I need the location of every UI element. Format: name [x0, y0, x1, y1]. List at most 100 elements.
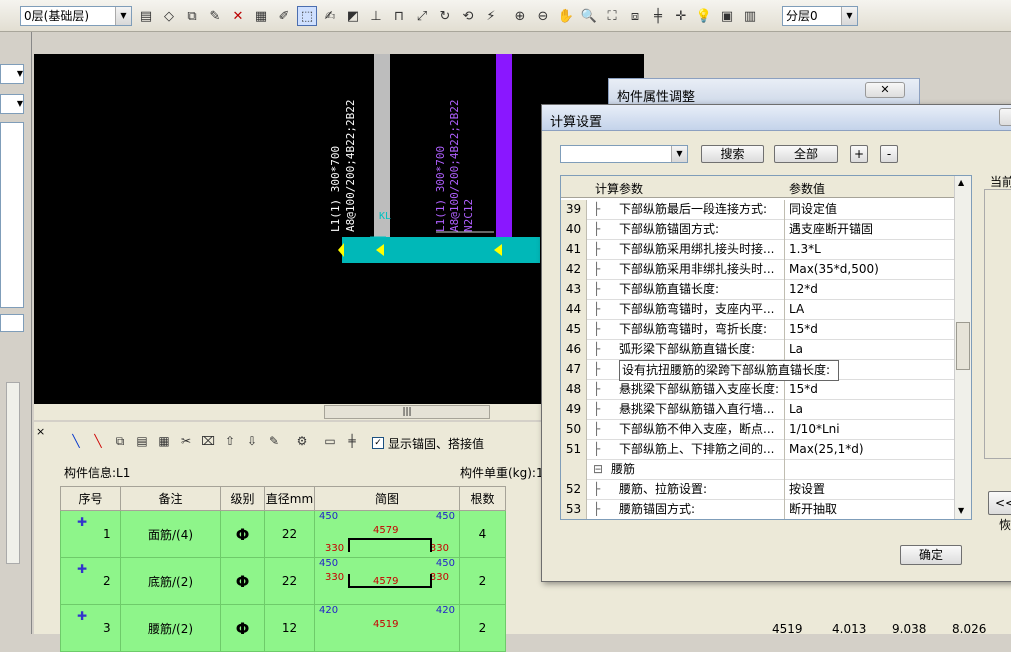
- brush-icon[interactable]: ✎: [205, 6, 225, 26]
- scroll-thumb[interactable]: [956, 322, 970, 370]
- chevron-down-icon[interactable]: ▼: [958, 506, 964, 515]
- move-up-icon[interactable]: ⇧: [220, 434, 240, 452]
- param-row[interactable]: 51 ├ 下部纵筋上、下排筋之间的... Max(25,1*d): [561, 440, 956, 460]
- table-row[interactable]: ✚ 3 腰筋/(2) Φ 12 420 420 4519 2: [60, 604, 506, 652]
- delete-icon[interactable]: ✕: [228, 6, 248, 26]
- pan-icon[interactable]: ✋: [556, 6, 576, 26]
- param-row[interactable]: 42 ├ 下部纵筋采用非绑扎接头时... Max(35*d,500): [561, 260, 956, 280]
- param-row[interactable]: 46 ├ 弧形梁下部纵筋直锚长度: La: [561, 340, 956, 360]
- select-icon[interactable]: ⬚: [297, 6, 317, 26]
- param-row[interactable]: 47 ├ 设有抗扭腰筋的梁跨下部纵筋直锚长度:: [561, 360, 956, 381]
- paste-icon[interactable]: ▤: [132, 434, 152, 452]
- grid-icon[interactable]: ▦: [251, 6, 271, 26]
- param-row[interactable]: 53 ├ 腰筋锚固方式: 断开抽取: [561, 500, 956, 519]
- param-row-value[interactable]: 同设定值: [784, 200, 956, 220]
- grid-icon[interactable]: ╪: [342, 434, 362, 452]
- copy-icon[interactable]: ⧉: [110, 434, 130, 452]
- left-combo-1[interactable]: ▼: [0, 64, 24, 84]
- table-row[interactable]: ✚ 2 底筋/(2) Φ 22 450 450 330 330 4579 2: [60, 557, 506, 605]
- edit-icon[interactable]: ✚: [77, 609, 87, 623]
- format-icon[interactable]: ⧉: [182, 6, 202, 26]
- line-icon[interactable]: ╲: [66, 434, 86, 452]
- table-icon[interactable]: ▦: [154, 434, 174, 452]
- rotate-icon[interactable]: ↻: [435, 6, 455, 26]
- zoom-all-icon[interactable]: ⛶: [602, 6, 622, 26]
- cut-icon[interactable]: ✂: [176, 434, 196, 452]
- table-row[interactable]: ✚ 1 面筋/(4) Φ 22 450 450 4579 330 330 4: [60, 510, 506, 558]
- ok-button[interactable]: 确定: [900, 545, 962, 565]
- search-combo[interactable]: ▼: [560, 145, 688, 163]
- search-button[interactable]: 搜索: [701, 145, 764, 163]
- clear-icon[interactable]: ⌧: [198, 434, 218, 452]
- param-row-value[interactable]: LA: [784, 300, 956, 320]
- param-row-value[interactable]: La: [784, 340, 956, 360]
- param-row[interactable]: 49 ├ 悬挑梁下部纵筋锚入直行墙... La: [561, 400, 956, 420]
- zoom-out-icon[interactable]: ⊖: [533, 6, 553, 26]
- param-row-value[interactable]: 12*d: [784, 280, 956, 300]
- left-field[interactable]: [0, 314, 24, 332]
- all-button[interactable]: 全部: [774, 145, 838, 163]
- param-row[interactable]: 44 ├ 下部纵筋弯锚时，支座内平... LA: [561, 300, 956, 320]
- param-row[interactable]: 50 ├ 下部纵筋不伸入支座，断点... 1/10*Lni: [561, 420, 956, 440]
- zoom-window-icon[interactable]: 🔍: [579, 6, 599, 26]
- line-red-icon[interactable]: ╲: [88, 434, 108, 452]
- param-row-value[interactable]: La: [784, 400, 956, 420]
- param-row-value[interactable]: 断开抽取: [784, 500, 956, 519]
- move-down-icon[interactable]: ⇩: [242, 434, 262, 452]
- gear-icon[interactable]: ⚙: [292, 434, 312, 452]
- brush-icon[interactable]: ✎: [264, 434, 284, 452]
- left-list[interactable]: [0, 122, 24, 308]
- param-row[interactable]: 48 ├ 悬挑梁下部纵筋锚入支座长度: 15*d: [561, 380, 956, 400]
- param-row-value[interactable]: 15*d: [784, 320, 956, 340]
- edit-icon[interactable]: ✍: [320, 6, 340, 26]
- close-icon[interactable]: ✕: [865, 82, 905, 98]
- param-row[interactable]: 45 ├ 下部纵筋弯锚时，弯折长度: 15*d: [561, 320, 956, 340]
- stretch-icon[interactable]: ⤢: [412, 6, 432, 26]
- param-row[interactable]: 39 ├ 下部纵筋最后一段连接方式: 同设定值: [561, 200, 956, 220]
- left-scroll[interactable]: [6, 382, 20, 564]
- chevron-down-icon[interactable]: ▼: [841, 7, 857, 25]
- chevron-down-icon[interactable]: ▼: [115, 7, 131, 25]
- folder-icon[interactable]: ▭: [320, 434, 340, 452]
- param-row[interactable]: 43 ├ 下部纵筋直锚长度: 12*d: [561, 280, 956, 300]
- pencil-icon[interactable]: ✐: [274, 6, 294, 26]
- close-icon[interactable]: ×: [36, 425, 45, 438]
- break-icon[interactable]: ⚡: [481, 6, 501, 26]
- zoom-in-icon[interactable]: ⊕: [510, 6, 530, 26]
- scroll-thumb[interactable]: |||: [324, 405, 490, 419]
- properties-icon[interactable]: ▤: [136, 6, 156, 26]
- param-vscroll[interactable]: ▲ ▼: [954, 176, 971, 519]
- layer-icon[interactable]: ▣: [717, 6, 737, 26]
- param-row-value[interactable]: Max(25,1*d): [784, 440, 956, 460]
- param-row-value[interactable]: 1.3*L: [784, 240, 956, 260]
- edit-icon[interactable]: ✚: [77, 515, 87, 529]
- measure-icon[interactable]: ⊓: [389, 6, 409, 26]
- floor-select[interactable]: 0层(基础层) ▼: [20, 6, 132, 26]
- paint-icon[interactable]: ◩: [343, 6, 363, 26]
- param-row-value[interactable]: Max(35*d,500): [784, 260, 956, 280]
- view-icon[interactable]: ⧈: [625, 6, 645, 26]
- restore-button[interactable]: <<恢: [988, 491, 1011, 532]
- param-row-value[interactable]: 1/10*Lni: [784, 420, 956, 440]
- dimension-icon[interactable]: ⊥: [366, 6, 386, 26]
- bulb-icon[interactable]: 💡: [694, 6, 714, 26]
- left-combo-2[interactable]: ▼: [0, 94, 24, 114]
- point-icon[interactable]: ✛: [671, 6, 691, 26]
- chevron-up-icon[interactable]: ▲: [958, 178, 964, 187]
- param-row[interactable]: 52 ├ 腰筋、拉筋设置: 按设置: [561, 480, 956, 500]
- chevron-down-icon[interactable]: ▼: [671, 146, 687, 162]
- book-icon[interactable]: ▥: [740, 6, 760, 26]
- show-anchor-checkbox[interactable]: ✓: [372, 437, 384, 449]
- param-row[interactable]: ⊟ 腰筋: [561, 460, 956, 480]
- edit-icon[interactable]: ✚: [77, 562, 87, 576]
- param-row[interactable]: 41 ├ 下部纵筋采用绑扎接头时接... 1.3*L: [561, 240, 956, 260]
- param-row-value[interactable]: 按设置: [784, 480, 956, 500]
- tag-icon[interactable]: ◇: [159, 6, 179, 26]
- mirror-icon[interactable]: ⟲: [458, 6, 478, 26]
- expand-button[interactable]: +: [850, 145, 868, 163]
- layer-select[interactable]: 分层0 ▼: [782, 6, 858, 26]
- collapse-button[interactable]: -: [880, 145, 898, 163]
- param-row-value[interactable]: 遇支座断开锚固: [784, 220, 956, 240]
- axis-icon[interactable]: ╪: [648, 6, 668, 26]
- param-row-value[interactable]: 15*d: [784, 380, 956, 400]
